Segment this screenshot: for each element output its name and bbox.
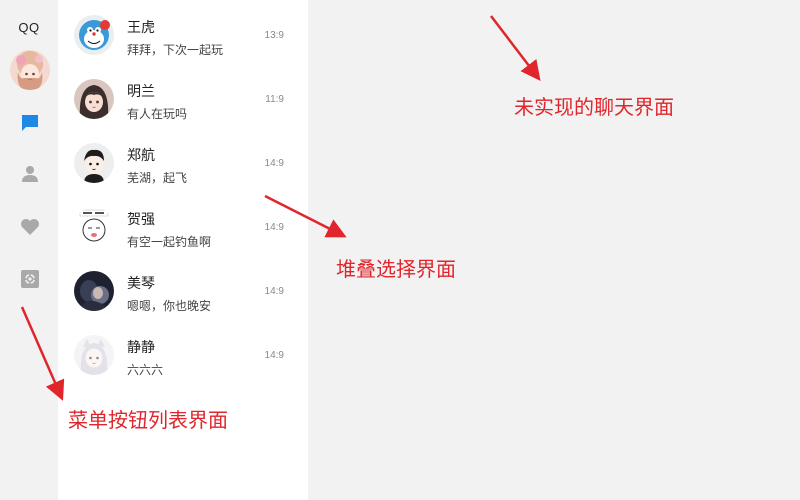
menu-contacts-button[interactable] bbox=[19, 163, 41, 185]
message-time: 11:9 bbox=[265, 94, 284, 105]
contact-name: 贺强 bbox=[127, 212, 155, 228]
contact-name: 美琴 bbox=[127, 276, 155, 292]
conversation-item[interactable]: 美琴 嗯嗯，你也晚安 14:9 bbox=[58, 259, 308, 323]
message-time: 13:9 bbox=[264, 30, 284, 41]
message-time: 14:9 bbox=[264, 222, 284, 233]
conversation-item[interactable]: 静静 六六六 14:9 bbox=[58, 323, 308, 387]
message-time: 14:9 bbox=[264, 350, 284, 361]
last-message: 有人在玩吗 bbox=[127, 107, 188, 121]
avatar bbox=[74, 207, 114, 247]
chat-bubble-icon bbox=[22, 115, 38, 131]
contact-name: 王虎 bbox=[127, 20, 155, 36]
contact-name: 郑航 bbox=[127, 148, 155, 164]
menu-settings-button[interactable] bbox=[19, 268, 41, 290]
annotation-chat-area: 未实现的聊天界面 bbox=[514, 95, 674, 119]
menu-sidebar: QQ bbox=[0, 0, 58, 500]
person-icon bbox=[22, 166, 38, 182]
annotation-menu-list: 菜单按钮列表界面 bbox=[68, 408, 228, 432]
last-message: 嗯嗯，你也晚安 bbox=[127, 299, 212, 313]
annotation-stack-select: 堆叠选择界面 bbox=[336, 257, 456, 281]
last-message: 芜湖，起飞 bbox=[127, 171, 188, 185]
last-message: 有空一起钓鱼啊 bbox=[127, 235, 212, 249]
app-window: QQ 王虎 拜拜，下次一起玩 13:9 明兰 有人在玩吗 11:9 郑航 芜湖，… bbox=[0, 0, 800, 500]
user-avatar[interactable] bbox=[10, 50, 50, 90]
last-message: 拜拜，下次一起玩 bbox=[127, 43, 224, 57]
avatar bbox=[74, 335, 114, 375]
conversation-item[interactable]: 王虎 拜拜，下次一起玩 13:9 bbox=[58, 3, 308, 67]
arrow-to-chat-area bbox=[490, 15, 541, 81]
menu-chat-button[interactable] bbox=[19, 112, 41, 134]
avatar bbox=[74, 79, 114, 119]
avatar bbox=[74, 271, 114, 311]
app-title: QQ bbox=[18, 20, 40, 35]
message-time: 14:9 bbox=[264, 286, 284, 297]
message-time: 14:9 bbox=[264, 158, 284, 169]
avatar bbox=[74, 15, 114, 55]
conversation-item[interactable]: 明兰 有人在玩吗 11:9 bbox=[58, 67, 308, 131]
contact-name: 静静 bbox=[127, 340, 155, 356]
heart-icon bbox=[21, 219, 39, 235]
conversation-item[interactable]: 郑航 芜湖，起飞 14:9 bbox=[58, 131, 308, 195]
conversation-item[interactable]: 贺强 有空一起钓鱼啊 14:9 bbox=[58, 195, 308, 259]
gear-icon bbox=[21, 270, 39, 288]
contact-name: 明兰 bbox=[127, 84, 155, 100]
menu-favorites-button[interactable] bbox=[19, 216, 41, 238]
avatar bbox=[74, 143, 114, 183]
last-message: 六六六 bbox=[127, 363, 164, 377]
